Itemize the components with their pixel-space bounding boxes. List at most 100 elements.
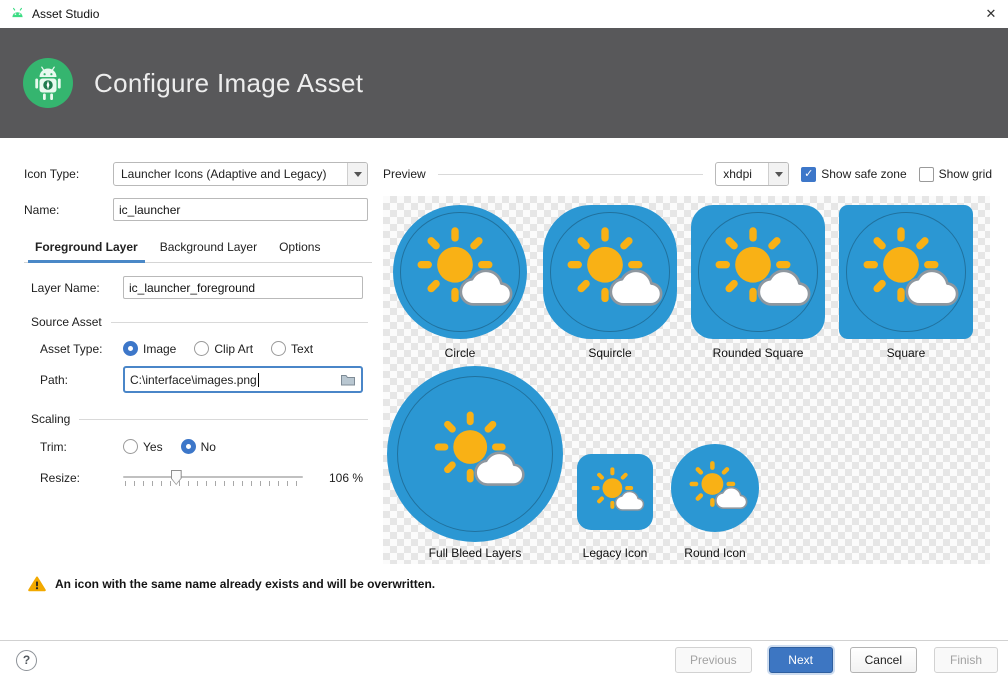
preview-item-label: Square [839, 346, 973, 360]
density-select[interactable]: xhdpi [715, 162, 789, 186]
layer-tabs: Foreground Layer Background Layer Option… [24, 234, 372, 263]
resize-value: 106 % [329, 471, 363, 485]
radio-text[interactable]: Text [271, 341, 313, 356]
footer-bar: ? Previous Next Cancel Finish [0, 640, 1008, 679]
text-caret [258, 373, 259, 387]
checkbox-unchecked-icon [919, 167, 934, 182]
launcher-artwork [420, 399, 529, 508]
radio-clip-art[interactable]: Clip Art [194, 341, 253, 356]
path-input[interactable]: C:\interface\images.png [123, 366, 363, 393]
folder-browse-button[interactable] [335, 368, 361, 391]
asset-type-radio-group: Image Clip Art Text [123, 341, 313, 356]
preview-item-label: Circle [393, 346, 527, 360]
tab-options[interactable]: Options [268, 234, 331, 262]
preview-item-label: Rounded Square [691, 346, 825, 360]
density-value: xhdpi [723, 167, 768, 181]
scaling-group-label: Scaling [31, 412, 70, 426]
layer-tabs-row: Foreground Layer Background Layer Option… [24, 234, 372, 263]
radio-label: Text [291, 342, 313, 356]
preview-item-label: Squircle [543, 346, 677, 360]
preview-tile-squircle [543, 205, 677, 339]
chevron-down-icon [347, 163, 367, 185]
tab-foreground-layer[interactable]: Foreground Layer [24, 234, 149, 262]
warning-text: An icon with the same name already exist… [55, 577, 435, 591]
tab-label: Foreground Layer [35, 240, 138, 254]
cancel-button[interactable]: Cancel [850, 647, 917, 673]
asset-type-label: Asset Type: [40, 342, 123, 356]
divider [111, 322, 368, 323]
tab-label: Background Layer [160, 240, 257, 254]
slider-track [123, 476, 303, 478]
help-button[interactable]: ? [16, 650, 37, 671]
radio-dot-icon [123, 439, 138, 454]
footer-buttons: Previous Next Cancel Finish [675, 647, 998, 673]
layer-name-row: Layer Name: [31, 276, 363, 299]
resize-slider[interactable] [123, 468, 303, 488]
trim-label: Trim: [40, 440, 123, 454]
show-safe-zone-checkbox[interactable]: Show safe zone [801, 167, 906, 182]
close-button[interactable]: ✕ [974, 0, 1008, 28]
resize-label: Resize: [40, 471, 123, 485]
path-label: Path: [40, 373, 123, 387]
dialog-content: Icon Type: Launcher Icons (Adaptive and … [0, 138, 1008, 640]
launcher-artwork [552, 214, 667, 329]
preview-tile-circle [393, 205, 527, 339]
android-icon [10, 7, 25, 22]
radio-dot-icon [271, 341, 286, 356]
radio-label: Yes [143, 440, 163, 454]
launcher-artwork [700, 214, 815, 329]
android-studio-logo [22, 57, 74, 109]
name-label: Name: [24, 203, 113, 217]
preview-tile-full-bleed [387, 366, 563, 542]
icon-type-label: Icon Type: [24, 167, 113, 181]
preview-header: Preview xhdpi Show safe zone Show grid [383, 162, 992, 186]
tab-label: Options [279, 240, 320, 254]
divider [438, 174, 704, 175]
layer-name-label: Layer Name: [31, 281, 123, 295]
launcher-artwork [848, 214, 963, 329]
divider [79, 419, 368, 420]
tab-background-layer[interactable]: Background Layer [149, 234, 268, 262]
chevron-down-icon [768, 163, 788, 185]
checkbox-checked-icon [801, 167, 816, 182]
dialog-title: Configure Image Asset [94, 68, 363, 99]
launcher-artwork [402, 214, 517, 329]
asset-type-row: Asset Type: Image Clip Art Text [40, 341, 313, 356]
source-asset-group: Source Asset [31, 315, 368, 329]
path-value: C:\interface\images.png [130, 373, 257, 387]
checkbox-label: Show safe zone [821, 167, 906, 181]
title-bar[interactable]: Asset Studio ✕ [0, 0, 1008, 28]
preview-label: Preview [383, 167, 426, 181]
radio-label: No [201, 440, 216, 454]
preview-tile-square [839, 205, 973, 339]
icon-type-select[interactable]: Launcher Icons (Adaptive and Legacy) [113, 162, 368, 186]
radio-label: Clip Art [214, 342, 253, 356]
warning-icon [28, 576, 46, 592]
trim-row: Trim: Yes No [40, 439, 216, 454]
next-button[interactable]: Next [769, 647, 833, 673]
radio-trim-yes[interactable]: Yes [123, 439, 163, 454]
radio-image[interactable]: Image [123, 341, 176, 356]
name-input[interactable] [113, 198, 368, 221]
finish-button[interactable]: Finish [934, 647, 998, 673]
preview-tile-rounded-square [691, 205, 825, 339]
trim-radio-group: Yes No [123, 439, 216, 454]
icon-type-value: Launcher Icons (Adaptive and Legacy) [121, 167, 347, 181]
warning-row: An icon with the same name already exist… [28, 576, 435, 592]
header-banner: Configure Image Asset [0, 28, 1008, 138]
preview-canvas: Circle Squircle Rounded Square Square [383, 196, 990, 564]
preview-tile-legacy [577, 454, 653, 530]
checkbox-label: Show grid [939, 167, 992, 181]
show-grid-checkbox[interactable]: Show grid [919, 167, 992, 182]
preview-item-label: Round Icon [655, 546, 775, 560]
preview-item-label: Full Bleed Layers [407, 546, 543, 560]
name-row: Name: [24, 198, 368, 221]
path-row: Path: C:\interface\images.png [40, 366, 363, 393]
layer-name-input[interactable] [123, 276, 363, 299]
radio-label: Image [143, 342, 176, 356]
launcher-artwork [680, 453, 750, 523]
radio-dot-icon [123, 341, 138, 356]
launcher-artwork [583, 460, 647, 524]
radio-trim-no[interactable]: No [181, 439, 216, 454]
previous-button[interactable]: Previous [675, 647, 752, 673]
